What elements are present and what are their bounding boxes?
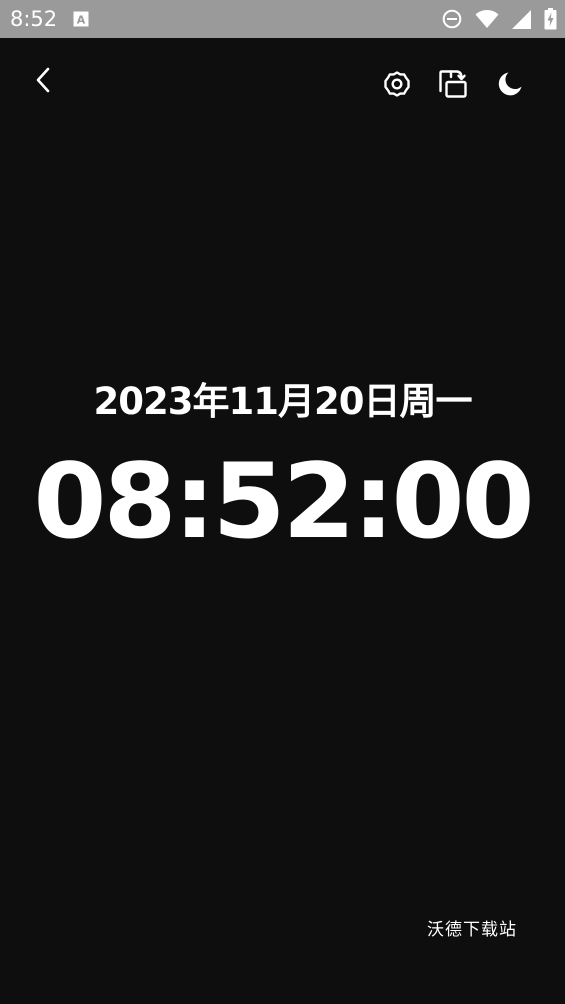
status-icons	[442, 8, 557, 30]
date-display: 2023年11月20日周一	[93, 380, 473, 423]
status-time: 8:52	[10, 7, 58, 31]
moon-icon	[496, 70, 524, 102]
night-mode-button[interactable]	[488, 64, 532, 108]
settings-button[interactable]	[375, 64, 419, 108]
watermark-text: 沃德下载站	[427, 920, 517, 940]
screen-rotate-icon	[438, 69, 468, 103]
battery-charging-icon	[544, 8, 557, 30]
text-a-icon: A	[73, 11, 89, 27]
svg-text:A: A	[77, 14, 86, 27]
chevron-left-icon	[33, 66, 55, 100]
cellular-signal-icon	[512, 9, 531, 29]
status-bar: 8:52 A	[0, 0, 565, 38]
gear-icon	[383, 70, 411, 102]
back-button[interactable]	[22, 61, 66, 105]
dnd-icon	[442, 9, 462, 29]
wifi-icon	[475, 9, 499, 29]
rotate-screen-button[interactable]	[431, 64, 475, 108]
clock-screen: 8:52 A 2023年11月20日周一 08:52:00 沃德下载站	[0, 0, 565, 1004]
time-display: 08:52:00	[33, 442, 534, 562]
